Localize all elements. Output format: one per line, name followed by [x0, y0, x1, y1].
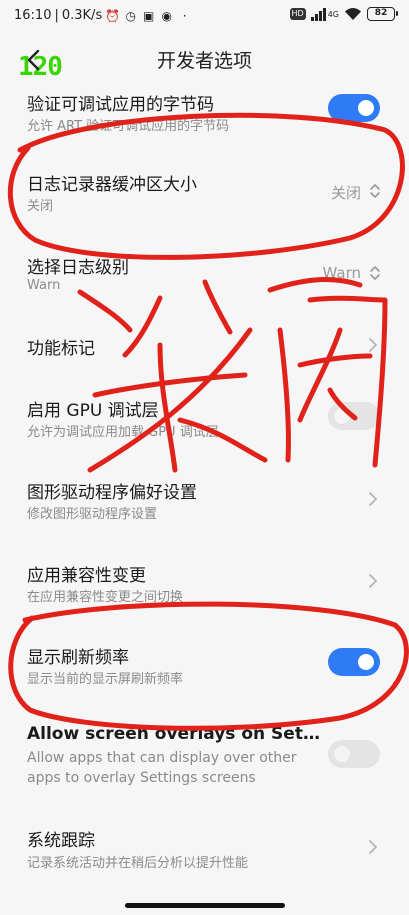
setting-show-refresh-rate[interactable]: 显示刷新频率 显示当前的显示屏刷新频率 — [0, 643, 409, 703]
setting-subtitle: Allow apps that can display over other — [27, 750, 297, 766]
setting-subtitle: 允许 ART 验证可调试应用的字节码 — [27, 119, 230, 134]
status-bar: 16:10 | 0.3K/s ⏰ ◷ ▣ ◉ · HD 4G 82 — [0, 0, 409, 32]
setting-log-level[interactable]: 选择日志级别 Warn Warn — [0, 253, 409, 313]
log-level-value[interactable]: Warn — [323, 264, 361, 282]
setting-allow-screen-overlays[interactable]: Allow screen overlays on Set… Allow apps… — [0, 724, 409, 804]
setting-title: 系统跟踪 — [27, 831, 95, 851]
setting-title: 功能标记 — [27, 339, 95, 359]
setting-title: 图形驱动程序偏好设置 — [27, 483, 197, 503]
chevron-right-icon — [369, 840, 377, 854]
network-type: 4G — [327, 9, 339, 19]
status-divider: | — [54, 8, 59, 23]
setting-title: Allow screen overlays on Set… — [27, 724, 320, 744]
chevron-right-icon — [369, 338, 377, 352]
setting-verify-bytecode[interactable]: 验证可调试应用的字节码 允许 ART 验证可调试应用的字节码 — [0, 86, 409, 144]
setting-gpu-debug-layers[interactable]: 启用 GPU 调试层 允许为调试应用加载 GPU 调试层 — [0, 396, 409, 456]
setting-graphics-driver-preferences[interactable]: 图形驱动程序偏好设置 修改图形驱动程序设置 — [0, 478, 409, 538]
app-notification-icon: ▣ — [143, 8, 155, 23]
setting-subtitle: 记录系统活动并在稍后分析以提升性能 — [27, 856, 249, 871]
cellular-signal-icon — [310, 7, 326, 21]
setting-subtitle-line2: apps to overlay Settings screens — [27, 770, 256, 786]
gpu-debug-layers-toggle[interactable] — [328, 402, 380, 430]
setting-title: 应用兼容性变更 — [27, 566, 146, 586]
allow-screen-overlays-toggle[interactable] — [328, 740, 380, 768]
chevron-right-icon — [369, 574, 377, 588]
home-indicator[interactable] — [125, 903, 285, 908]
annotation-stroke-4 — [92, 372, 248, 398]
setting-app-compat-changes[interactable]: 应用兼容性变更 在应用兼容性变更之间切换 — [0, 561, 409, 621]
setting-subtitle: 允许为调试应用加载 GPU 调试层 — [27, 425, 219, 440]
updown-chevron-icon — [370, 266, 380, 280]
setting-title: 日志记录器缓冲区大小 — [27, 175, 197, 195]
status-time: 16:10 — [14, 8, 52, 23]
setting-feature-flags[interactable]: 功能标记 — [0, 334, 409, 374]
show-refresh-rate-toggle[interactable] — [328, 648, 380, 676]
verify-bytecode-toggle[interactable] — [328, 94, 380, 122]
setting-subtitle: Warn — [27, 278, 61, 293]
setting-title: 启用 GPU 调试层 — [27, 401, 159, 421]
setting-system-tracing[interactable]: 系统跟踪 记录系统活动并在稍后分析以提升性能 — [0, 826, 409, 886]
chevron-right-icon — [369, 492, 377, 506]
wifi-icon — [345, 8, 361, 20]
updown-chevron-icon — [370, 184, 380, 198]
setting-title: 选择日志级别 — [27, 258, 129, 278]
setting-subtitle: 在应用兼容性变更之间切换 — [27, 590, 184, 605]
penguin-notification-icon: ◉ — [161, 8, 172, 23]
setting-title: 验证可调试应用的字节码 — [27, 95, 214, 115]
page-title: 开发者选项 — [156, 50, 252, 72]
setting-subtitle: 显示当前的显示屏刷新频率 — [27, 672, 184, 687]
battery-icon: 82 — [367, 7, 398, 21]
setting-subtitle: 修改图形驱动程序设置 — [27, 507, 158, 522]
alarm-off-icon: ⏰ — [105, 8, 121, 23]
network-speed: 0.3K/s — [61, 8, 103, 23]
alarm-clock-icon: ◷ — [125, 8, 136, 23]
setting-subtitle: 关闭 — [27, 199, 54, 214]
logger-buffer-value[interactable]: 关闭 — [331, 182, 361, 203]
more-notifications-icon: · — [182, 8, 187, 23]
setting-logger-buffer-size[interactable]: 日志记录器缓冲区大小 关闭 关闭 — [0, 170, 409, 230]
setting-title: 显示刷新频率 — [27, 648, 129, 668]
hd-icon: HD — [289, 8, 306, 20]
